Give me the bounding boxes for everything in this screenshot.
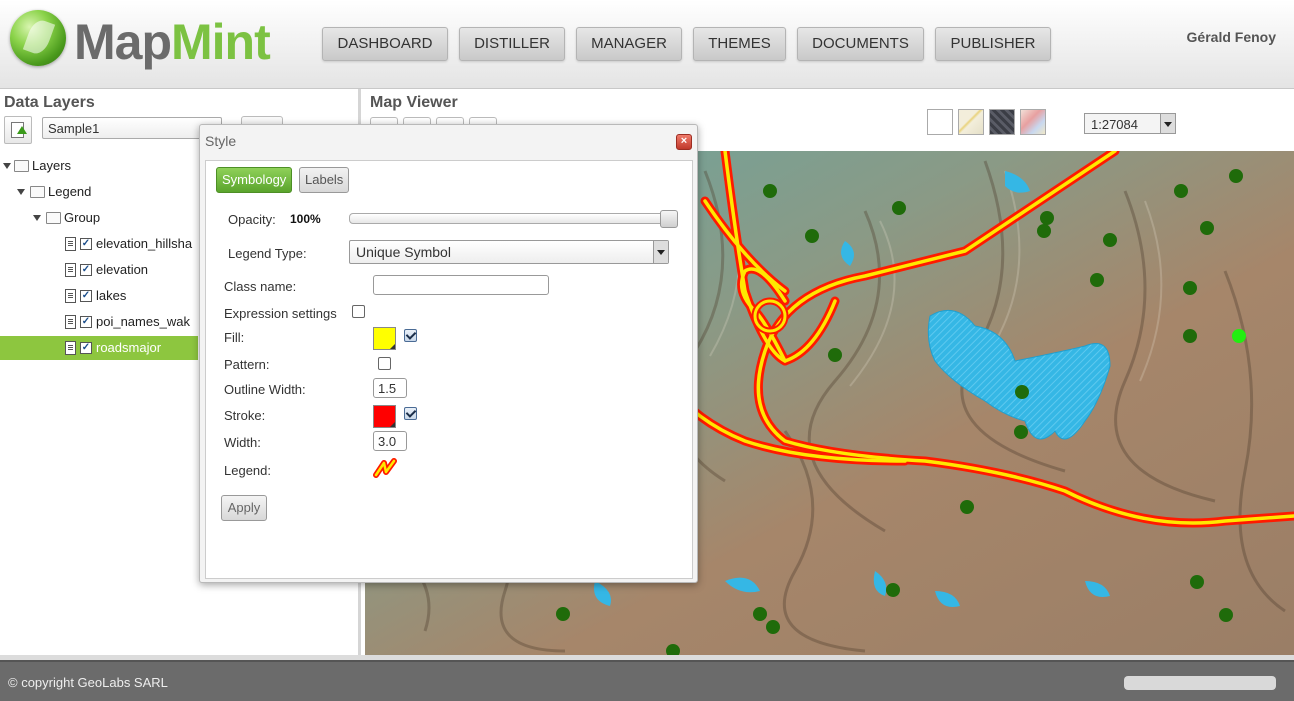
legend-type-label: Legend Type: bbox=[228, 246, 307, 261]
dialog-title: Style bbox=[205, 133, 237, 149]
outline-width-label: Outline Width: bbox=[224, 382, 306, 397]
brand-mint: Mint bbox=[171, 14, 271, 70]
tree-layer-poi-names[interactable]: ✓ poi_names_wak bbox=[0, 310, 198, 334]
user-name[interactable]: Gérald Fenoy bbox=[1187, 29, 1276, 45]
layer-visibility-checkbox[interactable]: ✓ bbox=[80, 238, 92, 250]
tree-label: Layers bbox=[32, 158, 72, 173]
tab-labels[interactable]: Labels bbox=[299, 167, 350, 193]
folder-icon bbox=[14, 160, 29, 172]
status-bar bbox=[1124, 676, 1276, 690]
layer-visibility-checkbox[interactable]: ✓ bbox=[80, 316, 92, 328]
layer-visibility-checkbox[interactable]: ✓ bbox=[80, 264, 92, 276]
opacity-value: 100% bbox=[290, 212, 321, 226]
dialog-body: Symbology Labels Opacity: 100% Legend Ty… bbox=[205, 160, 693, 579]
opacity-slider[interactable] bbox=[349, 210, 678, 228]
panel-title: Data Layers bbox=[4, 94, 95, 111]
nav-themes-button[interactable]: THEMES bbox=[693, 27, 786, 61]
fill-enabled-checkbox[interactable] bbox=[404, 329, 417, 342]
slider-handle[interactable] bbox=[660, 210, 678, 228]
tree-label: Legend bbox=[48, 184, 92, 199]
layer-label: lakes bbox=[96, 288, 127, 303]
copyright-text: © copyright GeoLabs SARL bbox=[8, 675, 168, 690]
map-select[interactable]: Sample1 bbox=[42, 117, 222, 139]
legend-type-select[interactable]: Unique Symbol bbox=[349, 240, 669, 264]
blank-background-button[interactable] bbox=[927, 109, 953, 135]
mapmint-logo-icon bbox=[10, 10, 66, 66]
expand-arrow-icon[interactable] bbox=[17, 189, 25, 195]
fill-label: Fill: bbox=[224, 330, 245, 345]
tab-symbology[interactable]: Symbology bbox=[216, 167, 293, 193]
legend-label: Legend: bbox=[224, 463, 271, 478]
width-input[interactable]: 3.0 bbox=[373, 431, 407, 451]
stroke-color-swatch[interactable] bbox=[373, 405, 396, 428]
chevron-down-icon bbox=[1160, 114, 1175, 133]
map-viewer-title: Map Viewer bbox=[370, 94, 458, 111]
stroke-enabled-checkbox[interactable] bbox=[404, 407, 417, 420]
style-dialog: Style × Symbology Labels Opacity: 100% L… bbox=[199, 124, 698, 583]
poi-highlight bbox=[1232, 329, 1246, 343]
tree-layer-roadsmajor[interactable]: ✓ roadsmajor bbox=[0, 336, 198, 360]
expand-arrow-icon[interactable] bbox=[3, 163, 11, 169]
layer-label: elevation bbox=[96, 262, 149, 277]
tree-label: Group bbox=[64, 210, 101, 225]
tree-node-layers[interactable]: Layers bbox=[0, 154, 198, 178]
app-footer: © copyright GeoLabs SARL bbox=[0, 660, 1294, 701]
stroke-label: Stroke: bbox=[224, 408, 266, 423]
apply-button[interactable]: Apply bbox=[221, 495, 267, 521]
expand-arrow-icon[interactable] bbox=[33, 215, 41, 221]
width-label: Width: bbox=[224, 435, 261, 450]
nav-distiller-button[interactable]: DISTILLER bbox=[459, 27, 565, 61]
app-header: MapMint DASHBOARD DISTILLER MANAGER THEM… bbox=[0, 0, 1294, 89]
outline-width-input[interactable]: 1.5 bbox=[373, 378, 407, 398]
tree-node-group[interactable]: Group bbox=[0, 206, 198, 230]
legend-type-value: Unique Symbol bbox=[356, 244, 451, 260]
fill-color-swatch[interactable] bbox=[373, 327, 396, 350]
layer-file-icon bbox=[65, 263, 76, 277]
layer-label: elevation_hillsha bbox=[96, 236, 193, 251]
pattern-checkbox[interactable] bbox=[378, 357, 391, 370]
layer-visibility-checkbox[interactable]: ✓ bbox=[80, 290, 92, 302]
folder-icon bbox=[46, 212, 61, 224]
nav-publisher-button[interactable]: PUBLISHER bbox=[935, 27, 1051, 61]
layer-file-icon bbox=[65, 237, 76, 251]
brand-title: MapMint bbox=[74, 14, 271, 70]
class-name-input[interactable] bbox=[373, 275, 549, 295]
close-icon[interactable]: × bbox=[676, 134, 692, 150]
scale-value: 1:27084 bbox=[1091, 117, 1138, 132]
add-layer-button[interactable] bbox=[4, 116, 32, 144]
folder-icon bbox=[30, 186, 45, 198]
chevron-down-icon bbox=[653, 241, 668, 263]
opacity-label: Opacity: bbox=[228, 212, 276, 227]
satellite-background-button[interactable] bbox=[989, 109, 1015, 135]
osm-background-button[interactable] bbox=[1020, 109, 1046, 135]
layer-file-icon bbox=[65, 341, 76, 355]
layer-file-icon bbox=[65, 289, 76, 303]
layer-label: poi_names_wak bbox=[96, 314, 190, 329]
nav-documents-button[interactable]: DOCUMENTS bbox=[797, 27, 924, 61]
tree-layer-lakes[interactable]: ✓ lakes bbox=[0, 284, 198, 308]
class-name-label: Class name: bbox=[224, 279, 297, 294]
layer-label: roadsmajor bbox=[96, 340, 162, 355]
nav-manager-button[interactable]: MANAGER bbox=[576, 27, 682, 61]
pattern-label: Pattern: bbox=[224, 357, 270, 372]
tree-layer-elevation-hillshade[interactable]: ✓ elevation_hillsha bbox=[0, 232, 198, 256]
scale-select[interactable]: 1:27084 bbox=[1084, 113, 1176, 134]
brand-map: Map bbox=[74, 14, 172, 70]
roads-background-button[interactable] bbox=[958, 109, 984, 135]
layer-file-icon bbox=[65, 315, 76, 329]
tree-node-legend[interactable]: Legend bbox=[0, 180, 198, 204]
legend-preview-icon bbox=[373, 458, 397, 478]
expression-settings-checkbox[interactable] bbox=[352, 305, 365, 318]
expression-settings-label: Expression settings bbox=[224, 306, 337, 321]
nav-dashboard-button[interactable]: DASHBOARD bbox=[322, 27, 448, 61]
tree-layer-elevation[interactable]: ✓ elevation bbox=[0, 258, 198, 282]
layer-visibility-checkbox[interactable]: ✓ bbox=[80, 342, 92, 354]
